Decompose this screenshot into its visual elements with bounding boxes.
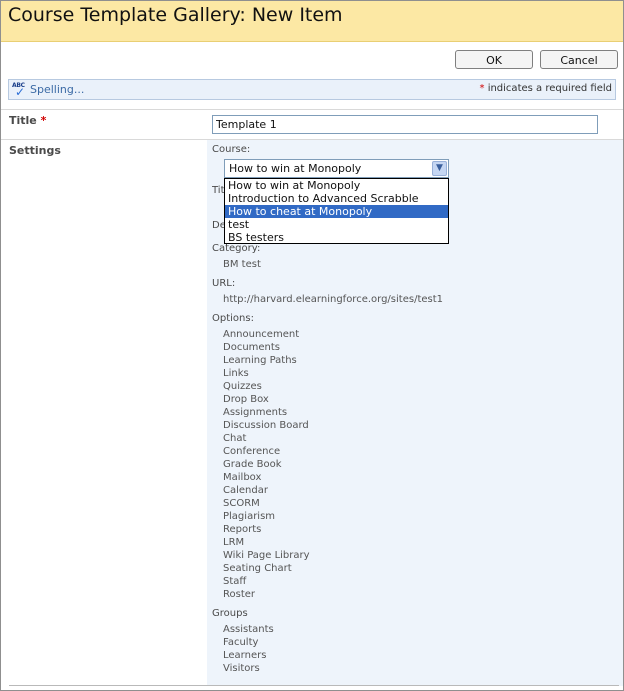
description-label: Description: — [212, 220, 224, 231]
option-item: Quizzes — [223, 381, 262, 392]
option-item: Roster — [223, 589, 256, 600]
required-field-note: * indicates a required field — [480, 83, 612, 94]
category-value: BM test — [223, 259, 261, 270]
option-item: Announcement — [223, 329, 300, 340]
option-item: Plagiarism — [223, 511, 276, 522]
ok-button[interactable]: OK — [455, 50, 533, 69]
bottom-divider — [9, 685, 619, 686]
course-select[interactable]: How to win at Monopoly ▼ — [224, 159, 449, 178]
title-sub-label: Title: — [212, 185, 224, 196]
spelling-label: Spelling... — [30, 83, 85, 96]
option-item: Mailbox — [223, 472, 262, 483]
groups-label: Groups — [212, 608, 248, 619]
course-dropdown-list[interactable]: How to win at Monopoly Introduction to A… — [224, 178, 449, 244]
settings-label: Settings — [9, 144, 61, 157]
option-item: SCORM — [223, 498, 260, 509]
title-input[interactable] — [212, 115, 598, 134]
options-label: Options: — [212, 313, 254, 324]
group-item: Learners — [223, 650, 267, 661]
title-required-asterisk: * — [40, 114, 47, 127]
option-item: Staff — [223, 576, 247, 587]
course-option[interactable]: test — [225, 218, 448, 231]
option-item: Conference — [223, 446, 281, 457]
page-frame: Course Template Gallery: New Item OK Can… — [0, 0, 624, 691]
url-value: http://harvard.elearningforce.org/sites/… — [223, 294, 444, 305]
option-item: Grade Book — [223, 459, 282, 470]
option-item: Drop Box — [223, 394, 269, 405]
option-item: Links — [223, 368, 249, 379]
course-label: Course: — [212, 144, 251, 155]
course-selected-value: How to win at Monopoly — [229, 162, 362, 175]
chevron-down-icon[interactable]: ▼ — [432, 161, 447, 176]
required-note-text: indicates a required field — [484, 83, 612, 94]
option-item: Documents — [223, 342, 281, 353]
url-label: URL: — [212, 278, 236, 289]
course-option-highlighted[interactable]: How to cheat at Monopoly — [225, 205, 448, 218]
spell-check-icon: ABC ✓ — [12, 82, 26, 99]
cancel-button[interactable]: Cancel — [540, 50, 618, 69]
category-label: Category: — [212, 243, 261, 254]
spelling-button[interactable]: ABC ✓ Spelling... — [12, 82, 85, 99]
option-item: Learning Paths — [223, 355, 297, 366]
option-item: Chat — [223, 433, 247, 444]
course-option[interactable]: How to win at Monopoly — [225, 179, 448, 192]
option-item: Assignments — [223, 407, 288, 418]
option-item: Reports — [223, 524, 262, 535]
title-bar: Course Template Gallery: New Item — [1, 1, 623, 42]
course-option[interactable]: Introduction to Advanced Scrabble — [225, 192, 448, 205]
option-item: Discussion Board — [223, 420, 309, 431]
divider — [1, 109, 623, 110]
option-item: Wiki Page Library — [223, 550, 310, 561]
group-item: Visitors — [223, 663, 260, 674]
title-field-label: Title * — [9, 114, 47, 127]
option-item: Seating Chart — [223, 563, 292, 574]
toolbar: ABC ✓ Spelling... * indicates a required … — [8, 79, 616, 100]
group-item: Faculty — [223, 637, 259, 648]
option-item: LRM — [223, 537, 245, 548]
option-item: Calendar — [223, 485, 268, 496]
page-title: Course Template Gallery: New Item — [8, 4, 343, 26]
group-item: Assistants — [223, 624, 274, 635]
